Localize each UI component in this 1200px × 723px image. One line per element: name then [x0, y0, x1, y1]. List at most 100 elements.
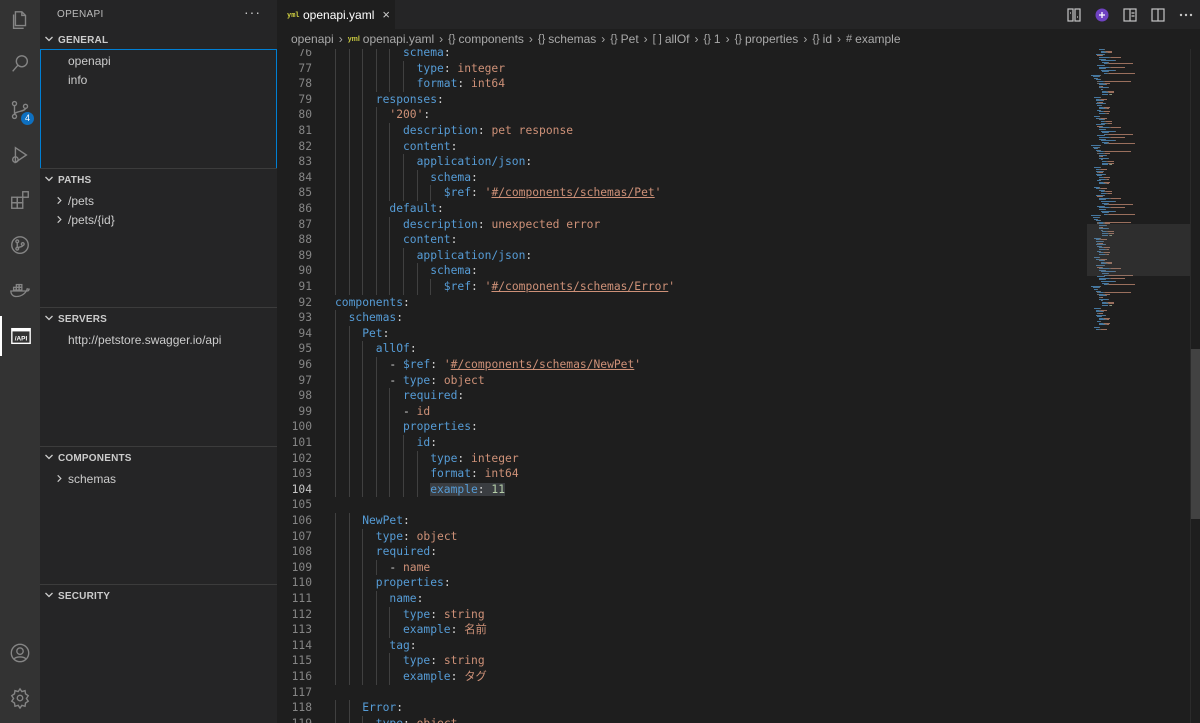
code-line[interactable]: 101 id:	[277, 435, 1087, 451]
search-icon[interactable]	[0, 44, 40, 84]
breadcrumb-item[interactable]: example	[855, 32, 900, 46]
tree-item-schemas[interactable]: schemas	[40, 469, 277, 488]
code-line[interactable]: 116 example: タグ	[277, 669, 1087, 685]
code-line[interactable]: 81 description: pet response	[277, 123, 1087, 139]
code-line[interactable]: 109 - name	[277, 559, 1087, 576]
code-line[interactable]: 107 type: object	[277, 528, 1087, 545]
code-line[interactable]: 118 Error:	[277, 700, 1087, 716]
docker-icon[interactable]	[0, 271, 40, 311]
code-line[interactable]: 90 schema:	[277, 263, 1087, 279]
line-number: 112	[291, 607, 312, 621]
code-line[interactable]: 87 description: unexpected error	[277, 216, 1087, 233]
openapi-preview-icon[interactable]	[1088, 0, 1116, 29]
extensions-icon[interactable]	[0, 180, 40, 220]
more-actions-icon[interactable]	[1172, 0, 1200, 29]
code-line[interactable]: 88 content:	[277, 232, 1087, 248]
code-line[interactable]: 97 - type: object	[277, 372, 1087, 389]
indent-guide	[348, 669, 350, 685]
code-line[interactable]: 98 required:	[277, 388, 1087, 404]
openapi-icon[interactable]: /API	[0, 316, 40, 356]
code-line[interactable]: 110 properties:	[277, 575, 1087, 591]
code-line[interactable]: 92 components:	[277, 295, 1087, 311]
git-graph-icon[interactable]	[0, 225, 40, 265]
chevron-right-icon: ›	[694, 32, 699, 46]
account-icon[interactable]	[0, 633, 40, 673]
minimap[interactable]	[1087, 49, 1190, 723]
split-editor-icon[interactable]	[1144, 0, 1172, 29]
code-line[interactable]: 76 schema:	[277, 49, 1087, 61]
code-line[interactable]: 111 name:	[277, 591, 1087, 607]
code-line[interactable]: 79 responses:	[277, 91, 1087, 108]
editor-scrollbar[interactable]	[1190, 49, 1200, 723]
ref-link[interactable]: #/components/schemas/Pet	[491, 186, 654, 199]
section-components-header[interactable]: COMPONENTS	[40, 447, 277, 469]
code-line[interactable]: 117	[277, 685, 1087, 701]
indent-guide	[362, 403, 364, 420]
breadcrumb-item[interactable]: allOf	[665, 32, 690, 46]
ref-link[interactable]: #/components/schemas/Error	[491, 280, 668, 293]
code-line[interactable]: 112 type: string	[277, 606, 1087, 623]
code-line[interactable]: 114 tag:	[277, 637, 1087, 654]
code-line[interactable]: 77 type: integer	[277, 60, 1087, 77]
code-line[interactable]: 85 $ref: '#/components/schemas/Pet'	[277, 185, 1087, 201]
code-line[interactable]: 108 required:	[277, 544, 1087, 560]
preview-side-icon[interactable]	[1116, 0, 1144, 29]
code-text: components:	[335, 295, 410, 311]
tree-item-pets[interactable]: /pets	[40, 191, 277, 210]
code-line[interactable]: 86 default:	[277, 201, 1087, 217]
tree-item-openapi[interactable]: openapi	[40, 51, 277, 70]
code-line[interactable]: 119 type: object	[277, 715, 1087, 723]
breadcrumb-item[interactable]: 1	[714, 32, 721, 46]
code-line[interactable]: 100 properties:	[277, 419, 1087, 435]
code-line[interactable]: 89 application/json:	[277, 247, 1087, 264]
code-line[interactable]: 78 format: int64	[277, 76, 1087, 92]
code-editor[interactable]: 76 schema: 77 type: integer 78 format: int64 7…	[277, 49, 1087, 723]
ref-link[interactable]: #/components/schemas/NewPet	[451, 358, 635, 371]
minimap-viewport[interactable]	[1087, 224, 1190, 276]
code-line[interactable]: 84 schema:	[277, 169, 1087, 186]
settings-gear-icon[interactable]	[0, 678, 40, 718]
scrollbar-thumb[interactable]	[1191, 349, 1200, 519]
breadcrumb-item[interactable]: id	[823, 32, 832, 46]
breadcrumb-item[interactable]: properties	[745, 32, 798, 46]
breadcrumb-item[interactable]: components	[459, 32, 524, 46]
code-line[interactable]: 91 $ref: '#/components/schemas/Error'	[277, 279, 1087, 295]
chevron-right-icon	[40, 194, 68, 208]
source-control-icon[interactable]: 4	[0, 90, 40, 130]
code-line[interactable]: 94 Pet:	[277, 325, 1087, 342]
code-line[interactable]: 105	[277, 497, 1087, 513]
editor-actions	[1060, 0, 1200, 29]
code-line[interactable]: 80 '200':	[277, 107, 1087, 123]
tree-item-info[interactable]: info	[40, 70, 277, 89]
code-line[interactable]: 96 - $ref: '#/components/schemas/NewPet'	[277, 357, 1087, 373]
code-line[interactable]: 95 allOf:	[277, 341, 1087, 357]
code-token: content	[403, 139, 451, 153]
code-line[interactable]: 99 - id	[277, 403, 1087, 420]
explorer-icon[interactable]	[0, 0, 40, 40]
section-general-header[interactable]: GENERAL	[40, 29, 277, 51]
run-debug-icon[interactable]	[0, 135, 40, 175]
compare-changes-icon[interactable]	[1060, 0, 1088, 29]
breadcrumb-item[interactable]: Pet	[621, 32, 639, 46]
tab-openapi-yaml[interactable]: yml openapi.yaml ×	[277, 0, 395, 29]
code-line[interactable]: 104 example: 11	[277, 481, 1087, 498]
section-paths-header[interactable]: PATHS	[40, 169, 277, 191]
code-line[interactable]: 102 type: integer	[277, 450, 1087, 467]
tree-item-server-url[interactable]: http://petstore.swagger.io/api	[40, 330, 277, 349]
section-servers-header[interactable]: SERVERS	[40, 308, 277, 330]
breadcrumb-item[interactable]: openapi	[291, 32, 334, 46]
breadcrumb-item[interactable]: openapi.yaml	[363, 32, 434, 46]
indent-guide	[389, 169, 391, 186]
tree-item-pets-id[interactable]: /pets/{id}	[40, 210, 277, 229]
breadcrumb-item[interactable]: schemas	[548, 32, 596, 46]
more-actions-icon[interactable]: ···	[244, 4, 261, 20]
code-line[interactable]: 113 example: 名前	[277, 622, 1087, 638]
code-line[interactable]: 103 format: int64	[277, 466, 1087, 482]
code-line[interactable]: 106 NewPet:	[277, 513, 1087, 529]
code-line[interactable]: 115 type: string	[277, 653, 1087, 669]
close-icon[interactable]: ×	[382, 7, 390, 22]
section-security-header[interactable]: SECURITY	[40, 585, 277, 607]
code-line[interactable]: 83 application/json:	[277, 154, 1087, 170]
code-line[interactable]: 82 content:	[277, 138, 1087, 155]
code-line[interactable]: 93 schemas:	[277, 310, 1087, 326]
